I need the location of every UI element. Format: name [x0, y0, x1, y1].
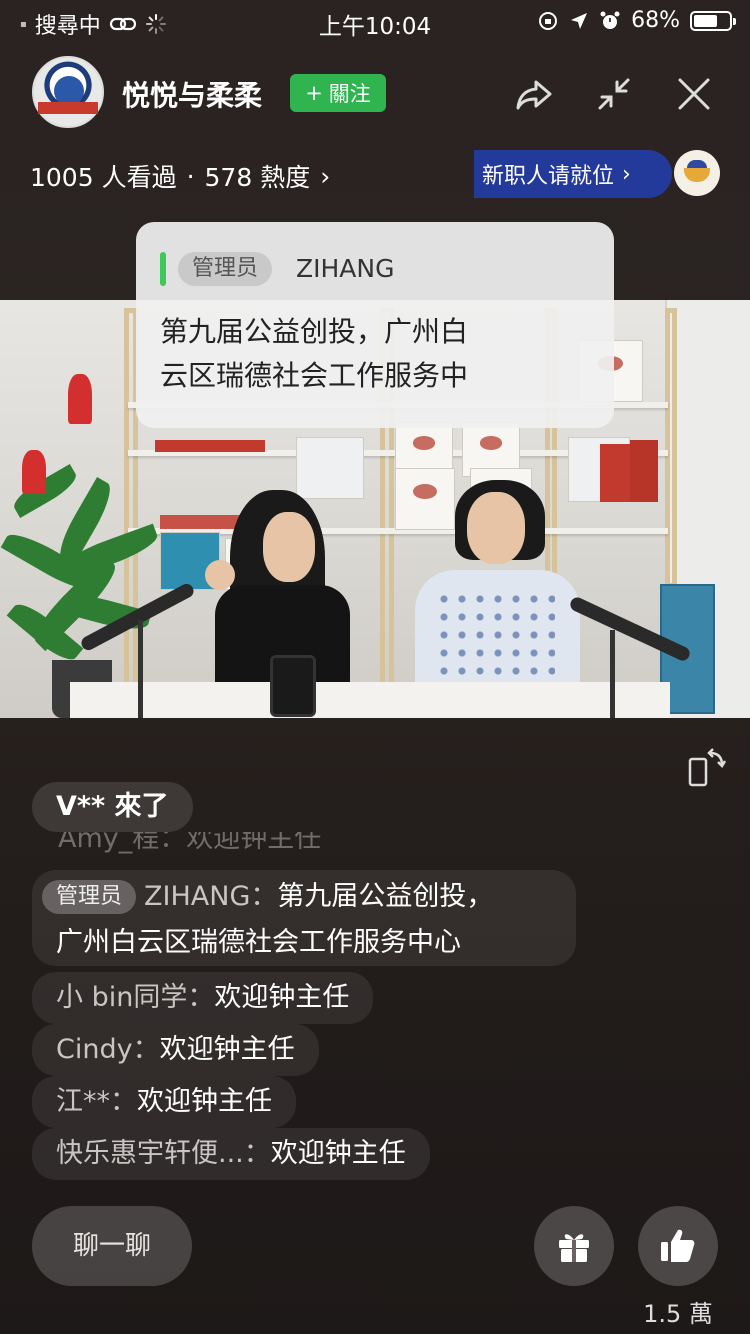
chat-message[interactable]: Cindy：欢迎钟主任: [32, 1024, 319, 1076]
gift-button[interactable]: [534, 1206, 614, 1286]
viewer-count: 1005 人看過: [30, 163, 177, 192]
gift-icon: [559, 1234, 589, 1262]
faded-chat-line: Amy_程：欢迎钟主任: [58, 832, 322, 854]
host-name[interactable]: 悦悦与柔柔: [122, 74, 262, 114]
chat-text: 欢迎钟主任: [159, 1034, 295, 1065]
location-icon: [571, 12, 588, 29]
host-avatar[interactable]: [32, 56, 104, 128]
chat-message[interactable]: 快乐惠宇轩便...：欢迎钟主任: [32, 1128, 430, 1180]
chat-username: 小 bin同学：: [56, 982, 215, 1013]
admin-chat-message[interactable]: 管理员 ZIHANG：第九届公益创投， 广州白云区瑞德社会工作服务中心: [32, 870, 576, 966]
product-box-red: [630, 440, 658, 502]
minimize-icon[interactable]: [592, 72, 636, 116]
plus-icon: +: [305, 81, 323, 105]
phone-on-desk: [270, 655, 316, 717]
chevron-right-icon: ›: [622, 161, 631, 187]
chat-text: 广州白云区瑞德社会工作服务中心: [56, 927, 461, 958]
desk: [70, 682, 670, 718]
promo-thumbnail[interactable]: [674, 150, 720, 196]
promo-label: 新职人请就位: [482, 164, 615, 189]
follow-button[interactable]: + 關注: [290, 74, 386, 112]
chat-text: 第九届公益创投，: [277, 881, 494, 912]
pinned-user: ZIHANG: [296, 254, 395, 283]
mic-stand: [610, 630, 615, 718]
like-button[interactable]: [638, 1206, 718, 1286]
alarm-icon: [600, 11, 620, 29]
chat-username: 江**：: [56, 1086, 137, 1117]
chat-text: 欢迎钟主任: [214, 982, 350, 1013]
chevron-right-icon: ›: [320, 161, 331, 191]
pinned-text: 第九届公益创投，广州白 云区瑞德社会工作服务中: [160, 315, 469, 392]
mic-stand: [138, 620, 143, 718]
like-count: 1.5 萬: [643, 1300, 713, 1328]
separator-dot: ·: [186, 161, 195, 191]
promo-banner[interactable]: 新职人请就位 ›: [474, 150, 672, 198]
thumbs-up-icon: [661, 1229, 695, 1262]
chat-text: 欢迎钟主任: [137, 1086, 272, 1117]
chat-username: 快乐惠宇轩便...：: [56, 1138, 271, 1169]
orientation-lock-icon: [539, 11, 558, 30]
gift-bag: [395, 468, 455, 530]
chat-input[interactable]: 聊一聊: [32, 1206, 192, 1286]
heat-count: 578 熱度: [204, 163, 311, 192]
chat-text: 欢迎钟主任: [270, 1138, 406, 1169]
chat-username: Cindy：: [56, 1034, 160, 1065]
product-tray: [155, 440, 265, 452]
product-box: [296, 437, 364, 499]
admin-badge: 管理员: [42, 880, 137, 914]
red-flower: [22, 450, 46, 494]
share-icon[interactable]: [512, 72, 556, 116]
shelf-post: [665, 308, 677, 588]
chat-message[interactable]: 小 bin同学：欢迎钟主任: [32, 972, 374, 1024]
admin-badge: 管理员: [178, 252, 273, 286]
rotate-screen-icon[interactable]: [684, 745, 728, 789]
battery-icon: [690, 10, 736, 31]
pinned-message[interactable]: 管理员 ZIHANG 第九届公益创投，广州白 云区瑞德社会工作服务中: [136, 222, 614, 428]
red-flower: [68, 374, 92, 424]
close-icon[interactable]: [672, 72, 716, 116]
live-stats[interactable]: 1005 人看過 · 578 熱度 ›: [30, 158, 330, 194]
pinned-indicator: [160, 252, 166, 286]
join-notice: V** 來了: [32, 782, 193, 832]
chat-username: ZIHANG：: [144, 881, 278, 912]
status-bar: ▪ 搜尋中 上午10:04 68%: [0, 0, 750, 40]
battery-percent: 68%: [631, 8, 680, 33]
chat-message[interactable]: 江**：欢迎钟主任: [32, 1076, 296, 1128]
